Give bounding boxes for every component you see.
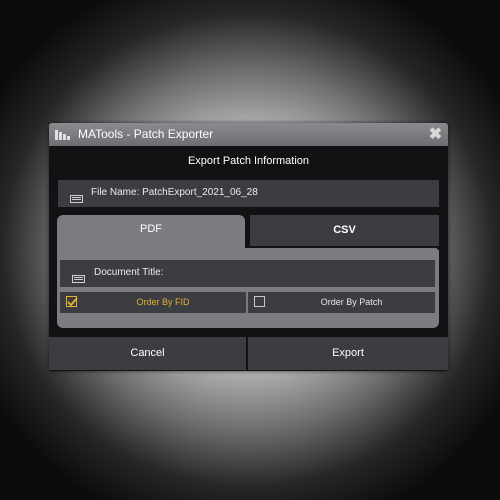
pdf-options-panel: Document Title: Order By FID Order By Pa… <box>57 248 439 328</box>
keyboard-icon <box>72 270 85 283</box>
order-by-patch-label: Order By Patch <box>320 297 383 307</box>
document-title-field[interactable]: Document Title: <box>60 260 435 287</box>
file-name-label: File Name: PatchExport_2021_06_28 <box>91 187 258 198</box>
file-name-field[interactable]: File Name: PatchExport_2021_06_28 <box>58 180 439 207</box>
tab-pdf[interactable]: PDF <box>57 215 245 251</box>
keyboard-icon <box>70 190 83 203</box>
app-logo-icon <box>55 128 71 140</box>
tab-csv[interactable]: CSV <box>250 215 439 246</box>
close-icon[interactable]: ✖ <box>427 126 444 143</box>
order-by-patch-option[interactable]: Order By Patch <box>248 292 435 313</box>
export-button[interactable]: Export <box>248 337 448 370</box>
tab-pdf-label: PDF <box>140 223 162 235</box>
document-title-label: Document Title: <box>94 267 164 278</box>
checkmark-icon <box>67 297 78 307</box>
tab-csv-label: CSV <box>333 224 356 236</box>
patch-exporter-window: MATools - Patch Exporter ✖ Export Patch … <box>49 123 448 371</box>
title-bar[interactable]: MATools - Patch Exporter ✖ <box>49 123 448 146</box>
cancel-button[interactable]: Cancel <box>49 337 246 370</box>
order-by-fid-label: Order By FID <box>136 297 190 307</box>
order-by-fid-checkbox[interactable] <box>66 296 78 307</box>
dialog-heading: Export Patch Information <box>187 155 310 167</box>
order-by-fid-option[interactable]: Order By FID <box>60 292 246 313</box>
order-by-patch-checkbox[interactable] <box>254 296 265 307</box>
window-title: MATools - Patch Exporter <box>78 127 214 141</box>
